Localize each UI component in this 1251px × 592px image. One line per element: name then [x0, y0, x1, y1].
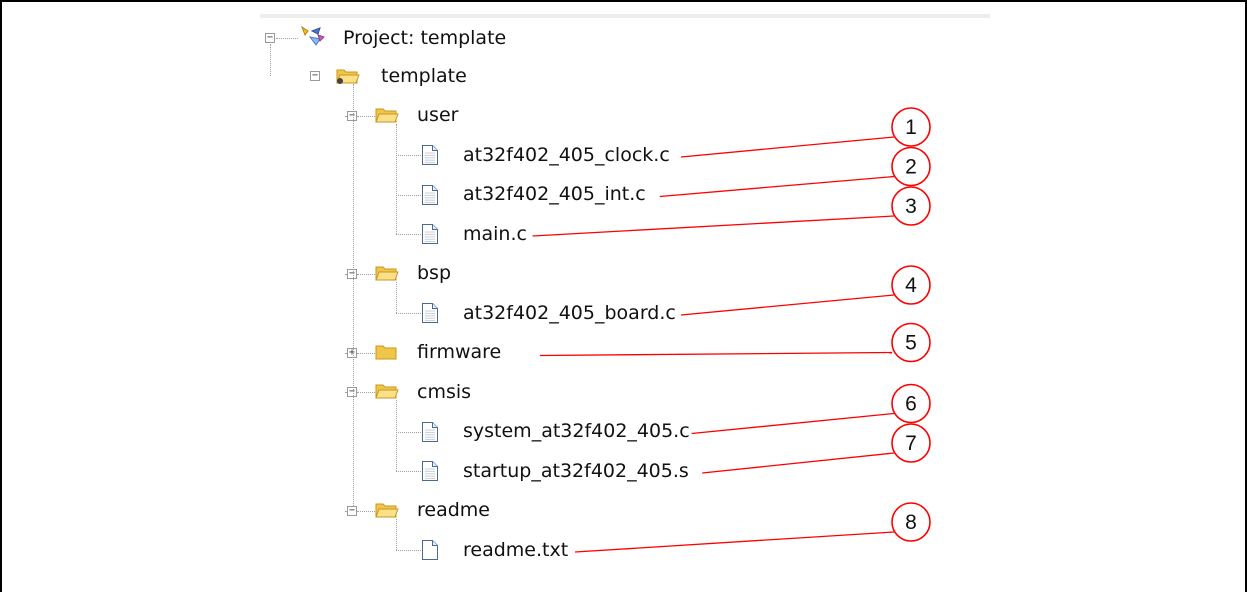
callout-6: 6	[691, 383, 931, 435]
callout-number: 5	[905, 332, 917, 355]
callout-leader-line	[539, 351, 893, 357]
callout-number: 8	[905, 511, 917, 534]
callout-number: 4	[905, 274, 917, 297]
callout-leader-line	[532, 215, 895, 237]
callout-leader-line	[659, 175, 895, 198]
callout-number: 2	[905, 156, 917, 179]
callout-number: 7	[905, 432, 917, 455]
callout-4: 4	[680, 265, 931, 316]
callout-leader-line	[702, 452, 895, 474]
callout-3: 3	[532, 186, 931, 237]
callout-leader-line	[680, 136, 895, 158]
callout-8: 8	[574, 502, 931, 553]
callout-leader-line	[574, 531, 895, 553]
callout-leader-line	[691, 412, 895, 435]
callout-7: 7	[702, 423, 931, 474]
callout-1: 1	[680, 107, 931, 158]
callout-5: 5	[539, 322, 931, 363]
callout-number: 6	[905, 393, 917, 416]
callout-leader-line	[680, 294, 895, 316]
callout-number: 1	[905, 116, 917, 139]
callout-number: 3	[905, 195, 917, 218]
callout-layer: 1 2 3 4 5 6 7 8	[532, 107, 931, 553]
